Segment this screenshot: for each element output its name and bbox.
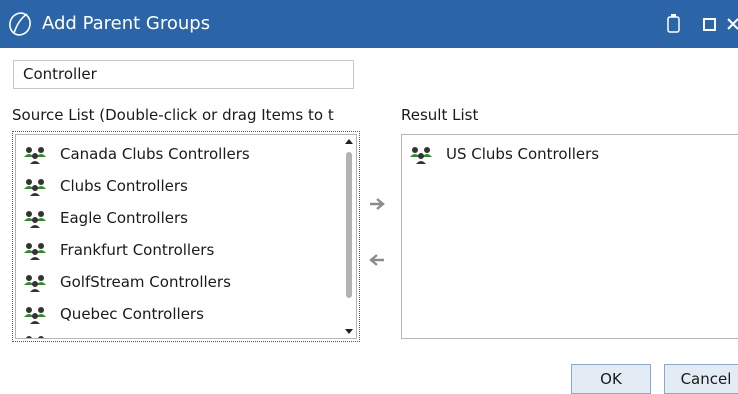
source-list-scrollbar[interactable] <box>342 135 356 338</box>
group-icon <box>26 336 44 338</box>
group-icon <box>24 179 46 196</box>
scroll-down-arrow-icon[interactable] <box>342 324 356 338</box>
restore-icon[interactable] <box>662 11 686 37</box>
app-logo-icon <box>9 12 31 36</box>
list-item-label: Quebec Controllers <box>60 305 204 323</box>
close-icon[interactable] <box>726 11 738 37</box>
arrow-left-icon[interactable] <box>362 247 392 273</box>
group-icon <box>410 147 432 164</box>
window-title: Add Parent Groups <box>42 13 211 34</box>
source-list-label: Source List (Double-click or drag Items … <box>12 106 334 124</box>
group-icon <box>24 275 46 292</box>
list-item-label: GolfStream Controllers <box>60 273 231 291</box>
list-item-label: Eagle Controllers <box>60 209 188 227</box>
source-list[interactable]: Canada Clubs Controllers Clubs Controlle… <box>15 134 357 339</box>
scroll-up-arrow-icon[interactable] <box>342 135 356 149</box>
maximize-icon[interactable] <box>700 11 724 37</box>
title-bar[interactable]: Add Parent Groups <box>0 0 738 48</box>
scrollbar-thumb[interactable] <box>346 152 352 298</box>
list-item-label: Frankfurt Controllers <box>60 241 215 259</box>
list-item-label: US Clubs Controllers <box>446 145 600 163</box>
result-list[interactable]: US Clubs Controllers <box>401 134 738 339</box>
filter-input[interactable]: Controller <box>13 60 354 89</box>
group-icon <box>24 307 46 324</box>
group-icon <box>24 147 46 164</box>
list-item-label: Clubs Controllers <box>60 177 188 195</box>
group-icon <box>24 243 46 260</box>
arrow-right-icon[interactable] <box>362 191 392 217</box>
group-icon <box>24 211 46 228</box>
list-item-label: Canada Clubs Controllers <box>60 145 250 163</box>
result-list-label: Result List <box>401 106 479 124</box>
